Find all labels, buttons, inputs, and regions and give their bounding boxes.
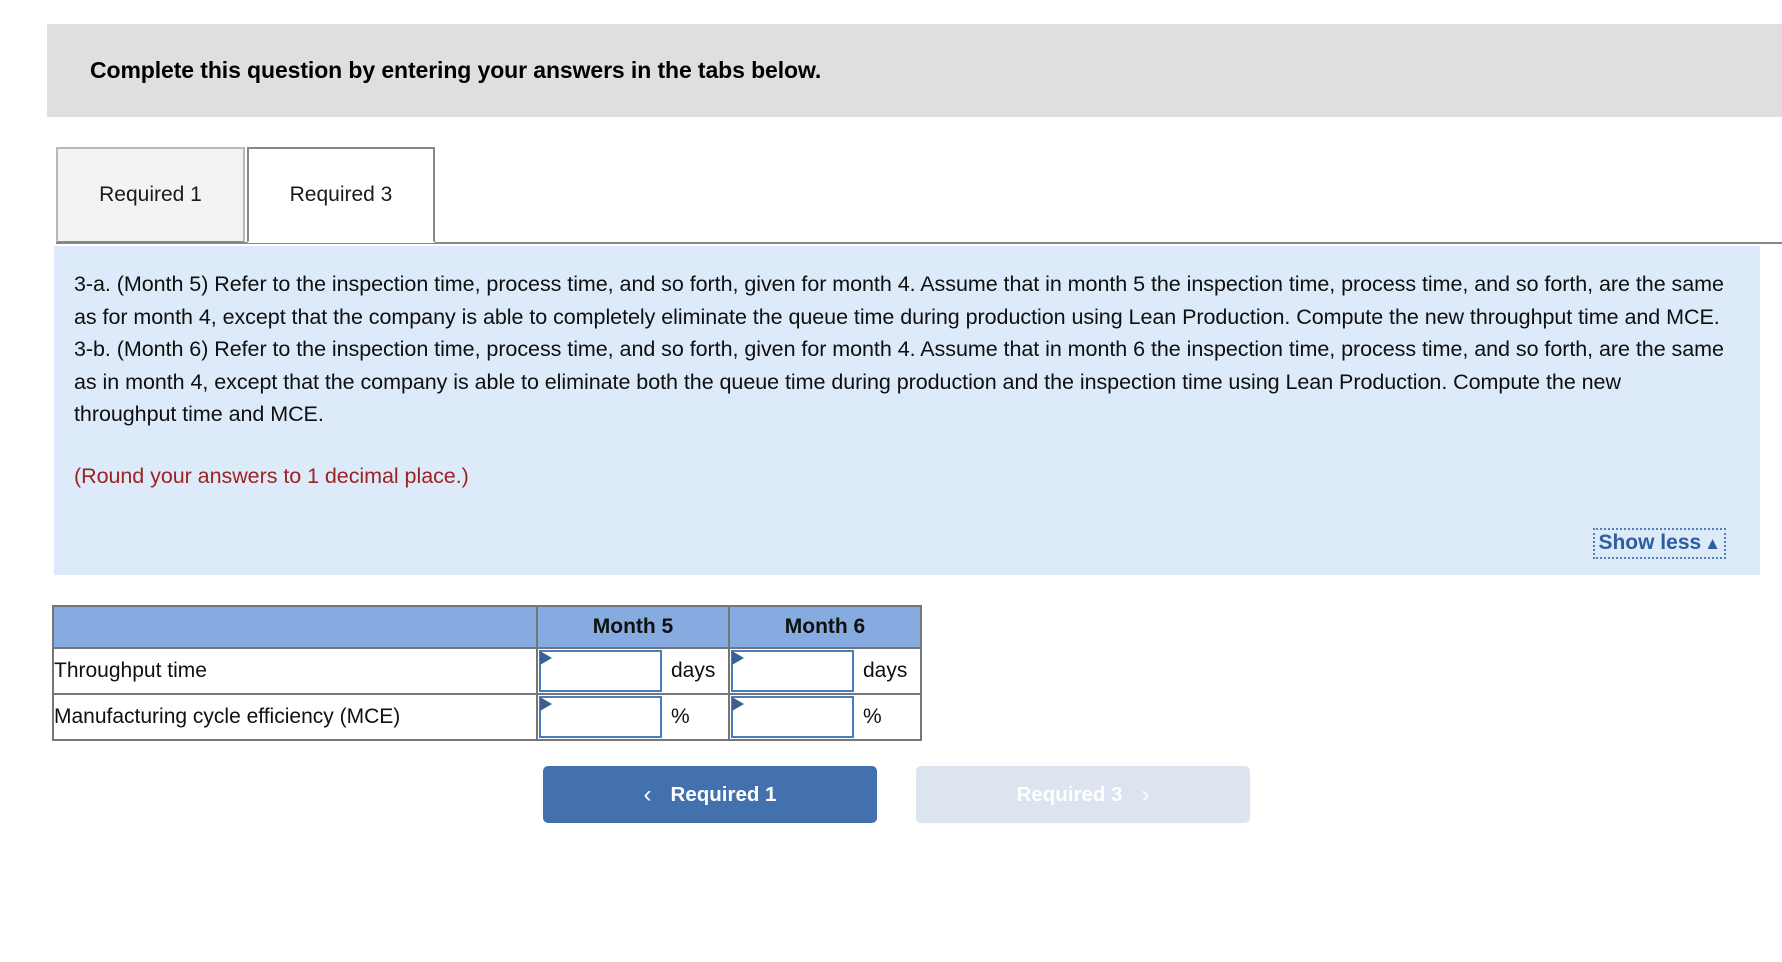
tab-required-1[interactable]: Required 1: [56, 147, 245, 243]
cell-throughput-month-5: days: [536, 647, 730, 695]
unit-mce-month-6: %: [863, 705, 882, 728]
unit-mce-month-5: %: [671, 705, 690, 728]
tab-required-3-label: Required 3: [289, 183, 393, 206]
unit-throughput-month-5: days: [671, 659, 716, 682]
chevron-right-icon: ›: [1141, 780, 1150, 808]
unit-throughput-month-6: days: [863, 659, 908, 682]
input-mce-month-5[interactable]: [539, 696, 662, 738]
next-button-label: Required 3: [1016, 782, 1123, 806]
table-header-row: Month 5 Month 6: [52, 605, 922, 649]
instructions-panel: 3-a. (Month 5) Refer to the inspection t…: [54, 246, 1760, 575]
instruction-part-b: 3-b. (Month 6) Refer to the inspection t…: [74, 337, 1724, 426]
tab-navigation: ‹ Required 1 Required 3 ›: [543, 766, 1250, 823]
cell-mce-month-6: %: [728, 693, 922, 741]
answer-table: Month 5 Month 6 Throughput time days day…: [52, 605, 922, 741]
show-less-label: Show less: [1598, 531, 1702, 554]
header-blank: [52, 605, 538, 649]
input-mce-month-6[interactable]: [731, 696, 854, 738]
show-less-container: Show less ▲: [1593, 528, 1726, 559]
header-month-6: Month 6: [728, 605, 922, 649]
instruction-part-a: 3-a. (Month 5) Refer to the inspection t…: [74, 272, 1724, 329]
tab-required-3[interactable]: Required 3: [247, 147, 435, 243]
chevron-left-icon: ‹: [643, 780, 652, 808]
table-row: Manufacturing cycle efficiency (MCE) % %: [52, 693, 922, 741]
prev-required-1-button[interactable]: ‹ Required 1: [543, 766, 877, 823]
header-month-5: Month 5: [536, 605, 730, 649]
prev-button-label: Required 1: [670, 782, 777, 806]
input-throughput-month-6[interactable]: [731, 650, 854, 692]
next-required-3-button[interactable]: Required 3 ›: [916, 766, 1250, 823]
rounding-note: (Round your answers to 1 decimal place.): [74, 463, 469, 488]
row-label-throughput-time: Throughput time: [52, 647, 538, 695]
show-less-link[interactable]: Show less ▲: [1593, 528, 1726, 559]
table-row: Throughput time days days: [52, 647, 922, 695]
input-throughput-month-5[interactable]: [539, 650, 662, 692]
tab-required-1-label: Required 1: [99, 183, 202, 206]
cell-throughput-month-6: days: [728, 647, 922, 695]
row-label-mce: Manufacturing cycle efficiency (MCE): [52, 693, 538, 741]
tab-bar: Required 1 Required 3: [0, 147, 1782, 244]
question-banner: Complete this question by entering your …: [47, 24, 1782, 117]
cell-mce-month-5: %: [536, 693, 730, 741]
triangle-up-icon: ▲: [1704, 533, 1721, 553]
page-title: Complete this question by entering your …: [90, 57, 822, 83]
